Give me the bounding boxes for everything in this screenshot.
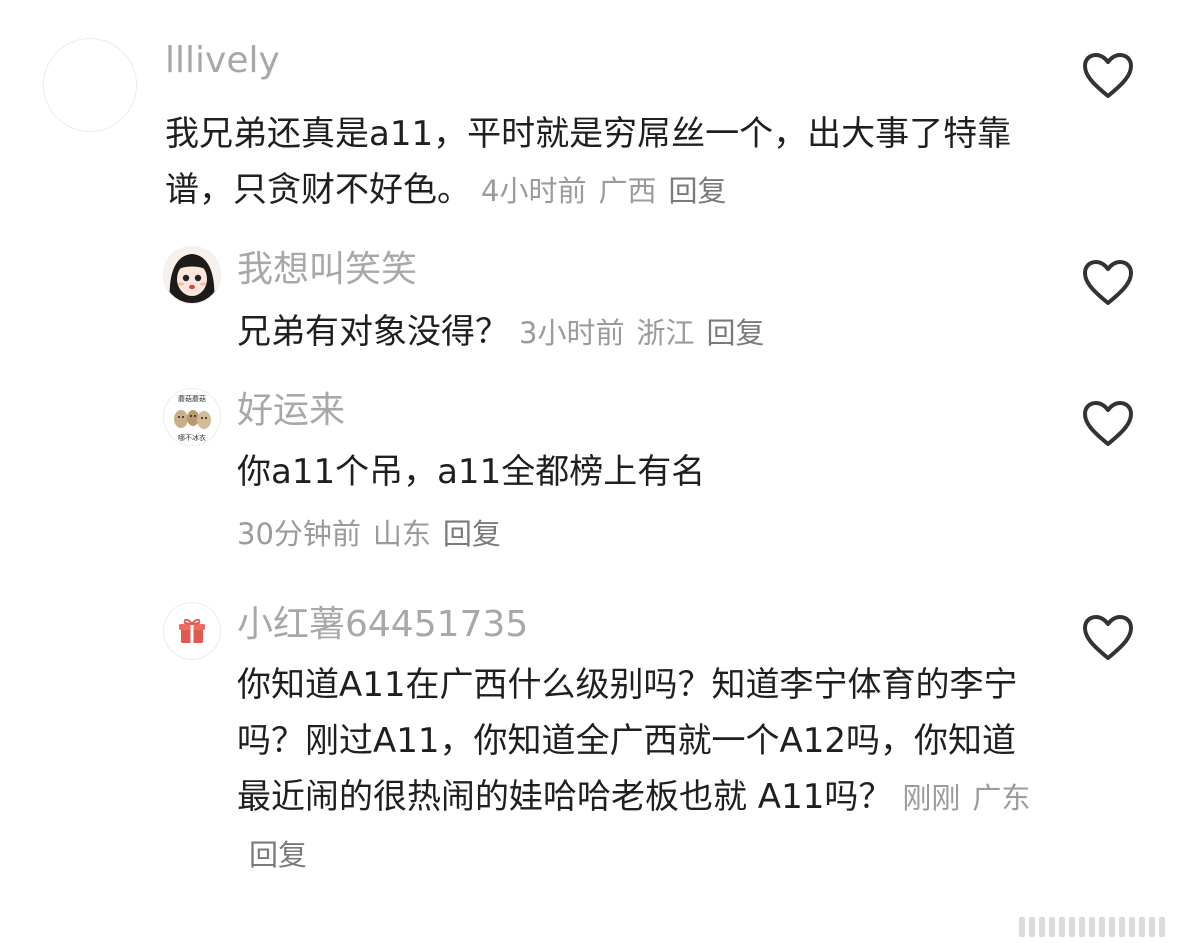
comment-username[interactable]: lllively xyxy=(165,40,280,82)
heart-outline-icon[interactable] xyxy=(1082,614,1134,662)
avatar-sticker-top-text: 蘑菇蘑菇 xyxy=(178,394,206,403)
avatar[interactable] xyxy=(163,602,221,660)
reply-button[interactable]: 回复 xyxy=(443,517,501,551)
heart-outline-icon[interactable] xyxy=(1082,400,1134,448)
comment-text-block: 我兄弟还真是a11，平时就是穷屌丝一个，出大事了特靠谱，只贪财不好色。 4小时前广… xyxy=(165,106,1045,219)
sticker-avatar-icon: 蘑菇蘑菇 哪不冰衣 xyxy=(164,389,220,445)
heart-outline-icon[interactable] xyxy=(1082,259,1134,307)
avatar[interactable]: 蘑菇蘑菇 哪不冰衣 xyxy=(163,388,221,446)
avatar[interactable] xyxy=(43,38,137,132)
comment-time: 3小时前 xyxy=(519,316,625,350)
gift-icon xyxy=(179,618,205,643)
comment-username[interactable]: 好运来 xyxy=(237,390,345,432)
comment-text: 兄弟有对象没得？ xyxy=(237,312,509,352)
comment-time: 4小时前 xyxy=(481,174,587,208)
reply-button[interactable]: 回复 xyxy=(668,174,726,208)
comment-meta: 30分钟前 山东 回复 xyxy=(237,513,501,555)
comment-text-block: 你知道A11在广西什么级别吗？知道李宁体育的李宁吗？刚过A11，你知道全广西就一… xyxy=(237,657,1037,883)
comment-location: 浙江 xyxy=(636,316,695,350)
comment-text-block: 兄弟有对象没得？ 3小时前 浙江 回复 xyxy=(237,304,1057,361)
avatar[interactable] xyxy=(163,246,221,304)
comment-meta: 4小时前 广西 回复 xyxy=(481,174,726,208)
comment-text: 你知道A11在广西什么级别吗？知道李宁体育的李宁吗？刚过A11，你知道全广西就一… xyxy=(237,665,1018,817)
comment-time: 30分钟前 xyxy=(237,517,361,551)
comment-location: 山东 xyxy=(372,517,431,551)
comment-username[interactable]: 我想叫笑笑 xyxy=(237,249,417,291)
comment-text: 你a11个吊，a11全都榜上有名 xyxy=(237,452,706,492)
watermark xyxy=(1019,911,1169,937)
comment-username[interactable]: 小红薯64451735 xyxy=(237,604,528,646)
comment-time: 刚刚 xyxy=(902,781,961,815)
comment-location: 广西 xyxy=(598,174,657,208)
comment-meta: 3小时前 浙江 回复 xyxy=(519,316,764,350)
comment-location: 广东 xyxy=(972,781,1031,815)
reply-button[interactable]: 回复 xyxy=(706,316,764,350)
reply-button[interactable]: 回复 xyxy=(249,838,307,872)
heart-outline-icon[interactable] xyxy=(1082,52,1134,100)
avatar-sticker-bottom-text: 哪不冰衣 xyxy=(178,433,206,442)
anime-girl-avatar-icon xyxy=(164,247,220,303)
